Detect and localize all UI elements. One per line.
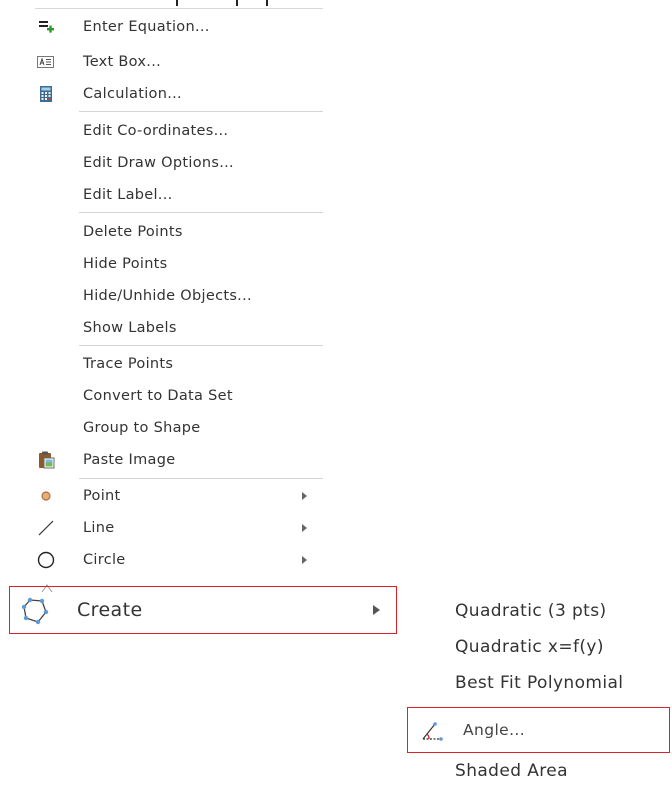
menu-item-label: Trace Points: [83, 356, 174, 372]
submenu-item-best-fit-polynomial[interactable]: Best Fit Polynomial: [405, 666, 672, 700]
menu-item-calculation[interactable]: Calculation...: [0, 79, 330, 109]
context-menu: Enter Equation... Text Box... Calculatio…: [0, 0, 330, 578]
menu-top-border: [35, 8, 323, 9]
menu-item-edit-draw-options[interactable]: Edit Draw Options...: [0, 148, 330, 178]
circle-icon: [36, 550, 56, 570]
menu-item-label: Text Box...: [83, 54, 162, 70]
submenu-item-label: Quadratic (3 pts): [455, 601, 607, 621]
menu-item-label: Paste Image: [83, 452, 176, 468]
submenu-item-label: Best Fit Polynomial: [455, 673, 624, 693]
line-icon: [36, 518, 56, 538]
menu-item-line[interactable]: Line: [0, 513, 330, 543]
submenu-item-label: Quadratic x=f(y): [455, 637, 604, 657]
menu-item-label: Show Labels: [83, 320, 177, 336]
menu-item-edit-label[interactable]: Edit Label...: [0, 180, 330, 210]
menu-item-label: Circle: [83, 552, 126, 568]
menu-item-label: Group to Shape: [83, 420, 201, 436]
menu-item-label: Edit Co-ordinates...: [83, 123, 229, 139]
menu-item-trace-points[interactable]: Trace Points: [0, 349, 330, 379]
angle-icon: [420, 720, 444, 742]
submenu-item-quadratic-x-f-y[interactable]: Quadratic x=f(y): [405, 630, 672, 664]
top-edge-mark: [176, 0, 178, 6]
submenu-arrow-icon: [302, 524, 307, 532]
enter-equation-icon: [36, 17, 56, 37]
point-icon: [36, 486, 56, 506]
menu-item-label: Edit Draw Options...: [83, 155, 234, 171]
menu-item-edit-coordinates[interactable]: Edit Co-ordinates...: [0, 116, 330, 146]
submenu-arrow-icon: [302, 556, 307, 564]
submenu-item-angle[interactable]: Angle...: [407, 707, 670, 753]
submenu-arrow-icon: [302, 492, 307, 500]
menu-item-text-box[interactable]: Text Box...: [0, 47, 330, 77]
top-edge-mark: [266, 0, 268, 6]
menu-item-label: Convert to Data Set: [83, 388, 233, 404]
submenu-arrow-icon: [373, 605, 380, 615]
menu-item-create[interactable]: Create: [9, 586, 397, 634]
menu-item-label: Line: [83, 520, 115, 536]
polygon-icon: [20, 596, 50, 626]
text-box-icon: [36, 52, 56, 72]
menu-separator: [79, 111, 323, 112]
menu-item-label: Calculation...: [83, 86, 182, 102]
menu-item-label: Hide/Unhide Objects...: [83, 288, 252, 304]
menu-item-label: Create: [77, 599, 143, 621]
menu-item-enter-equation[interactable]: Enter Equation...: [0, 12, 330, 42]
menu-separator: [79, 212, 323, 213]
paste-image-icon: [36, 450, 56, 470]
menu-item-label: Enter Equation...: [83, 19, 210, 35]
submenu-item-quadratic-3-pts[interactable]: Quadratic (3 pts): [405, 594, 672, 628]
calculator-icon: [36, 84, 56, 104]
create-submenu: Quadratic (3 pts) Quadratic x=f(y) Best …: [405, 590, 672, 781]
submenu-item-label: Angle...: [463, 721, 526, 739]
menu-item-label: Edit Label...: [83, 187, 173, 203]
menu-item-hide-unhide-objects[interactable]: Hide/Unhide Objects...: [0, 281, 330, 311]
menu-item-label: Point: [83, 488, 121, 504]
menu-item-label: Delete Points: [83, 224, 183, 240]
menu-separator: [79, 345, 323, 346]
submenu-item-label: Shaded Area: [455, 761, 568, 781]
menu-item-circle[interactable]: Circle: [0, 545, 330, 575]
menu-separator: [79, 478, 323, 479]
menu-item-label: Hide Points: [83, 256, 168, 272]
submenu-item-shaded-area[interactable]: Shaded Area: [405, 754, 672, 788]
menu-item-show-labels[interactable]: Show Labels: [0, 313, 330, 343]
menu-item-group-to-shape[interactable]: Group to Shape: [0, 413, 330, 443]
menu-item-delete-points[interactable]: Delete Points: [0, 217, 330, 247]
menu-item-point[interactable]: Point: [0, 481, 330, 511]
menu-item-convert-to-data-set[interactable]: Convert to Data Set: [0, 381, 330, 411]
menu-item-hide-points[interactable]: Hide Points: [0, 249, 330, 279]
top-edge-mark: [236, 0, 238, 6]
menu-item-paste-image[interactable]: Paste Image: [0, 445, 330, 475]
